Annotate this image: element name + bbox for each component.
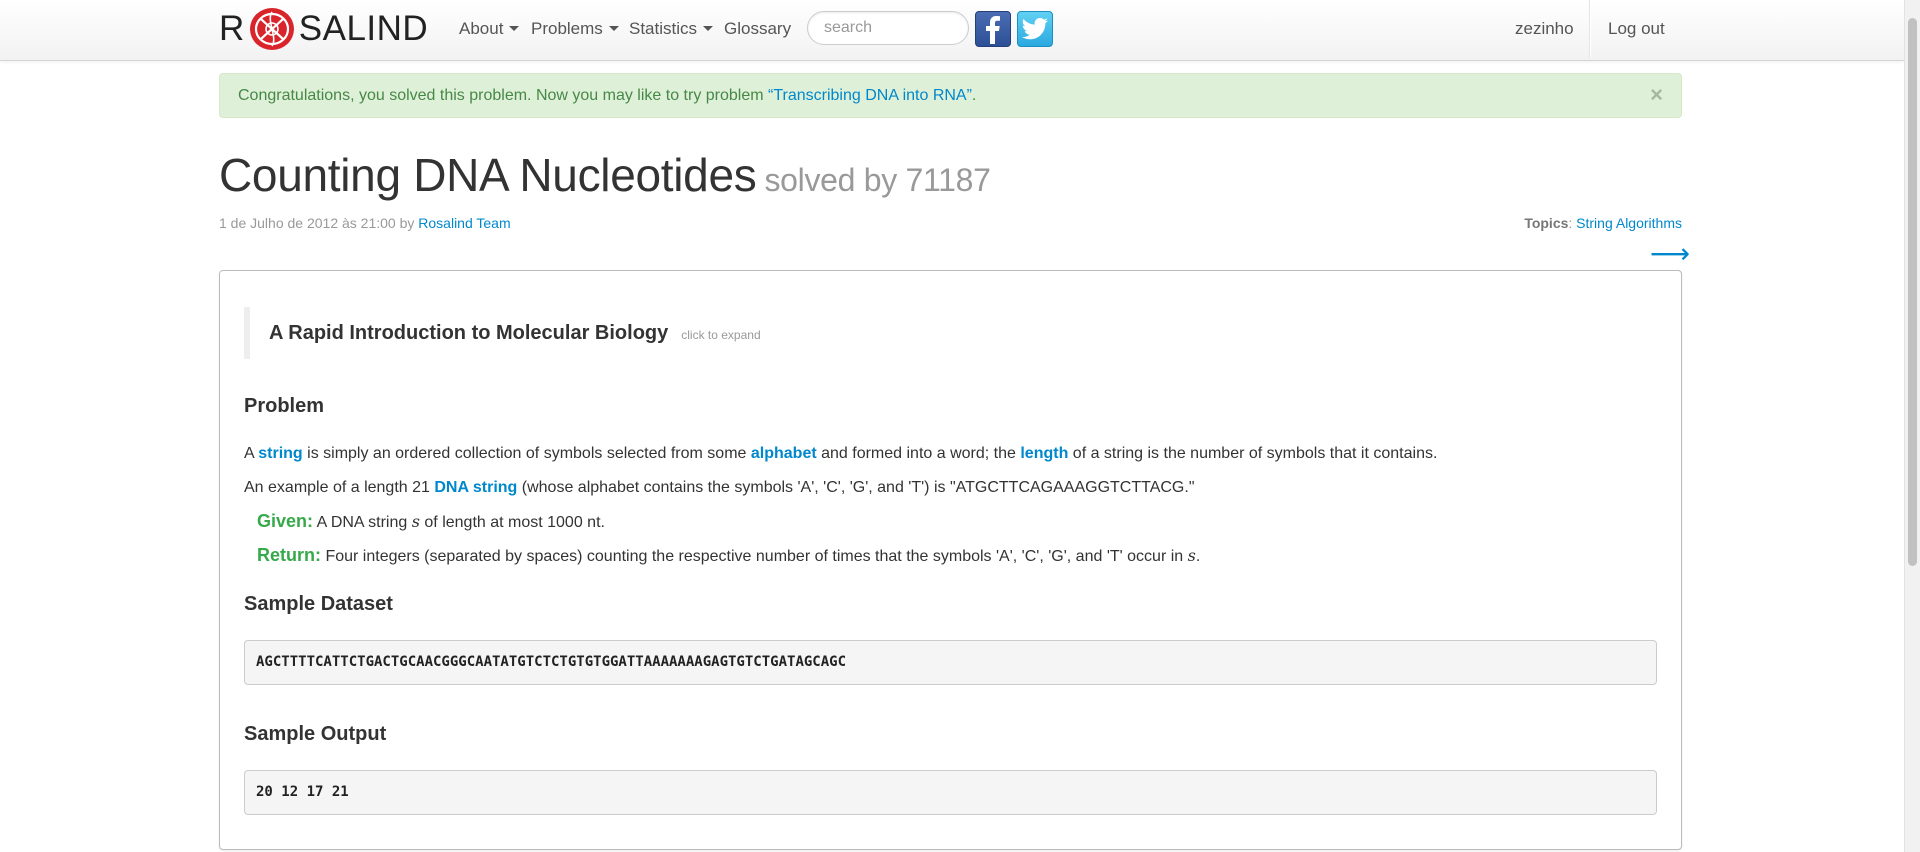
glossary-link-length[interactable]: length bbox=[1020, 445, 1068, 462]
alert-text: Congratulations, you solved this problem… bbox=[238, 87, 769, 104]
solved-count: solved by 71187 bbox=[764, 162, 991, 198]
search-input[interactable] bbox=[807, 11, 969, 45]
top-navbar: R SALIND About Problems Statistics Gloss… bbox=[0, 0, 1904, 61]
rosalind-logo[interactable]: R SALIND bbox=[219, 6, 428, 52]
glossary-link-string[interactable]: string bbox=[258, 445, 302, 462]
twitter-icon[interactable] bbox=[1017, 11, 1053, 47]
given-statement: Given: A DNA string s of length at most … bbox=[257, 511, 605, 532]
scrollbar-thumb[interactable] bbox=[1908, 18, 1917, 566]
nav-glossary[interactable]: Glossary bbox=[724, 0, 791, 58]
problem-date: 1 de Julho de 2012 às 21:00 bbox=[219, 215, 396, 231]
text: is simply an ordered collection of symbo… bbox=[302, 445, 751, 462]
intro-expandable[interactable]: A Rapid Introduction to Molecular Biolog… bbox=[244, 307, 761, 359]
sample-output-code: 20 12 17 21 bbox=[244, 770, 1657, 815]
problem-meta: 1 de Julho de 2012 às 21:00 by Rosalind … bbox=[219, 215, 511, 231]
author-link[interactable]: Rosalind Team bbox=[418, 215, 510, 231]
intro-title[interactable]: A Rapid Introduction to Molecular Biolog… bbox=[269, 322, 668, 345]
topics-label: Topics bbox=[1524, 215, 1569, 231]
brand-letter-r: R bbox=[219, 9, 245, 48]
sample-dataset-heading: Sample Dataset bbox=[244, 593, 393, 615]
text: Four integers (separated by spaces) coun… bbox=[321, 548, 1188, 565]
nav-user-profile[interactable]: zezinho bbox=[1515, 0, 1574, 58]
logout-link[interactable]: Log out bbox=[1608, 0, 1665, 58]
page-scrollbar[interactable] bbox=[1904, 0, 1920, 852]
by-text: by bbox=[395, 215, 419, 231]
text: . bbox=[1195, 548, 1201, 565]
text: A bbox=[244, 445, 259, 462]
brand-text: SALIND bbox=[298, 9, 429, 48]
username-label: zezinho bbox=[1515, 19, 1574, 38]
nav-problems-label: Problems bbox=[531, 19, 603, 38]
topics: Topics: String Algorithms bbox=[1524, 215, 1682, 231]
sample-dataset-code: AGCTTTTCATTCTGACTGCAACGGGCAATATGTCTCTGTG… bbox=[244, 640, 1657, 685]
logout-label: Log out bbox=[1608, 19, 1665, 38]
success-alert: Congratulations, you solved this problem… bbox=[219, 73, 1682, 118]
nav-about[interactable]: About bbox=[459, 0, 520, 58]
given-label: Given: bbox=[257, 511, 314, 531]
return-statement: Return: Four integers (separated by spac… bbox=[257, 545, 1200, 566]
glossary-link-alphabet[interactable]: alphabet bbox=[751, 445, 817, 462]
return-label: Return: bbox=[257, 545, 321, 565]
variable-s: s bbox=[411, 512, 420, 531]
variable-s: s bbox=[1187, 546, 1196, 565]
problem-paragraph-2: An example of a length 21 DNA string (wh… bbox=[244, 479, 1195, 497]
sample-output-heading: Sample Output bbox=[244, 723, 387, 745]
problem-paragraph-1: A string is simply an ordered collection… bbox=[244, 445, 1437, 463]
facebook-icon[interactable] bbox=[975, 11, 1011, 47]
next-problem-link[interactable]: “Transcribing DNA into RNA” bbox=[768, 87, 972, 104]
nav-statistics-label: Statistics bbox=[629, 19, 698, 38]
glossary-link-dna-string[interactable]: DNA string bbox=[434, 479, 517, 496]
problem-title: Counting DNA Nucleotides bbox=[219, 149, 757, 201]
problem-statement-box: A Rapid Introduction to Molecular Biolog… bbox=[219, 270, 1682, 850]
page-title: Counting DNA Nucleotides solved by 71187 bbox=[219, 148, 991, 202]
click-to-expand-link[interactable]: click to expand bbox=[681, 328, 760, 342]
topic-link-string-algorithms[interactable]: String Algorithms bbox=[1576, 215, 1682, 231]
close-icon[interactable]: × bbox=[1650, 74, 1663, 115]
next-problem-arrow-icon[interactable]: ⟶ bbox=[1650, 234, 1690, 274]
text: of a string is the number of symbols tha… bbox=[1068, 445, 1438, 462]
nav-glossary-label: Glossary bbox=[724, 19, 792, 38]
chevron-down-icon bbox=[703, 26, 714, 32]
chevron-down-icon bbox=[509, 26, 520, 32]
nav-divider bbox=[1589, 0, 1591, 58]
text: An example of a length 21 bbox=[244, 479, 435, 496]
text: A DNA string bbox=[313, 514, 412, 531]
problem-heading: Problem bbox=[244, 395, 325, 417]
alert-text-end: . bbox=[971, 87, 977, 104]
chevron-down-icon bbox=[608, 26, 619, 32]
nav-about-label: About bbox=[459, 19, 504, 38]
nav-problems[interactable]: Problems bbox=[531, 0, 619, 58]
rosalind-logo-icon bbox=[246, 6, 298, 52]
nav-statistics[interactable]: Statistics bbox=[629, 0, 714, 58]
text: (whose alphabet contains the symbols 'A'… bbox=[517, 479, 1195, 496]
text: of length at most 1000 nt. bbox=[419, 514, 605, 531]
text: and formed into a word; the bbox=[816, 445, 1021, 462]
